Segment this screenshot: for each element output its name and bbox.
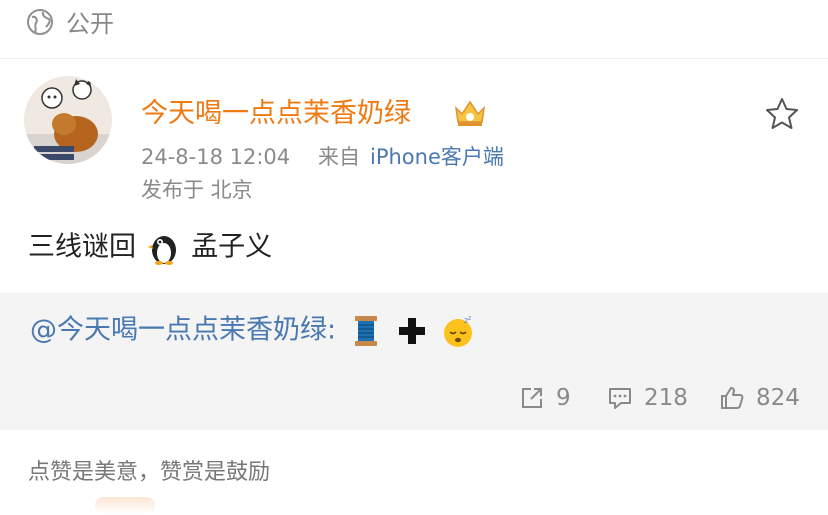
source-link[interactable]: iPhone客户端 bbox=[370, 143, 504, 171]
comment-icon bbox=[609, 388, 631, 409]
repost-content: @今天喝一点点茉香奶绿: z z bbox=[30, 310, 476, 351]
share-icon bbox=[522, 388, 542, 408]
penguin-icon bbox=[147, 235, 176, 265]
star-icon[interactable] bbox=[764, 96, 800, 132]
like-button[interactable]: 824 bbox=[718, 381, 800, 415]
sleeping-face-icon: z z bbox=[443, 315, 472, 347]
comment-count: 218 bbox=[644, 385, 688, 411]
globe-icon bbox=[27, 9, 53, 35]
author-name[interactable]: 今天喝一点点茉香奶绿 bbox=[141, 97, 411, 131]
reward-button-partial[interactable] bbox=[95, 497, 155, 515]
post-time: 24-8-18 12:04 bbox=[141, 145, 291, 169]
share-count: 9 bbox=[556, 385, 571, 411]
like-count: 824 bbox=[756, 385, 800, 411]
crown-badge-icon[interactable] bbox=[452, 98, 488, 128]
comment-button[interactable]: 218 bbox=[606, 381, 688, 415]
post-text-after: 孟子义 bbox=[191, 231, 273, 263]
post-content: 三线谜回 孟子义 bbox=[28, 228, 272, 267]
visibility-bar: 公开 bbox=[0, 0, 828, 59]
post-text-before: 三线谜回 bbox=[28, 231, 136, 263]
reward-note: 点赞是美意，赞赏是鼓励 bbox=[28, 460, 271, 485]
spool-of-thread-icon bbox=[354, 315, 377, 346]
visibility-label: 公开 bbox=[66, 10, 114, 38]
repost-mention[interactable]: @今天喝一点点茉香奶绿: bbox=[30, 315, 336, 346]
share-button[interactable]: 9 bbox=[518, 381, 571, 415]
avatar[interactable] bbox=[24, 76, 112, 164]
post-location: 发布于 北京 bbox=[141, 178, 253, 202]
source-prefix: 来自 bbox=[318, 145, 360, 169]
thumbs-up-icon bbox=[721, 387, 744, 409]
svg-text:z: z bbox=[468, 315, 471, 322]
plus-icon bbox=[399, 317, 426, 344]
repost-card[interactable]: @今天喝一点点茉香奶绿: z z 9 218 824 bbox=[0, 293, 828, 430]
